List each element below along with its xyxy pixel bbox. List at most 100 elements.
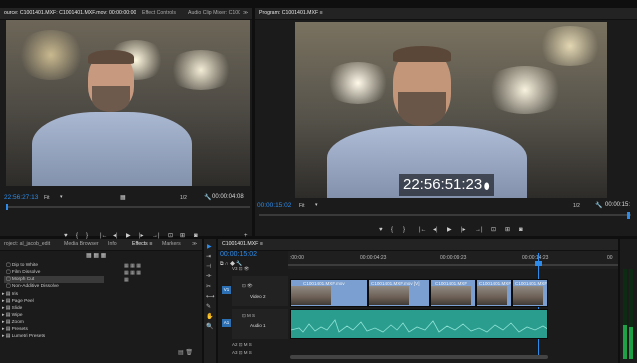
timeline-tabbar: C1001401.MXF ≡ [218,239,618,251]
list-item[interactable]: ▸ ▤ Wipe [2,313,23,318]
tab-media-browser[interactable]: Media Browser [64,239,100,250]
program-playhead[interactable] [627,212,630,219]
mark-in-icon[interactable]: { [391,226,393,234]
chevron-down-icon[interactable]: ▾ [315,202,318,208]
person-shirt [32,112,192,186]
source-fit-dropdown[interactable]: Fit [44,195,50,201]
wrench-icon[interactable]: 🔧 [204,194,211,201]
program-monitor-tabbar: Program: C1001401.MXF ≡ [255,8,637,20]
audio-clip[interactable] [290,309,548,339]
effects-filter-icons[interactable]: ▦ ▦ ▦ [86,252,106,259]
a1-source-patch[interactable]: A1 [222,319,231,327]
track-toggle-icons[interactable]: ⊡ M S [242,313,255,319]
ripple-edit-icon[interactable]: ⊣ [206,263,211,270]
clip-thumbnail [291,286,331,305]
bokeh-light [16,30,86,80]
source-duration: 00:00:04:08 [212,194,244,200]
wrench-icon[interactable]: 🔧 [595,202,602,209]
timecode-overlay-text: 22:56:51:23 [403,176,483,193]
record-dot-icon: ⬮ [483,181,490,191]
list-item-label: Film Dissolve [11,270,41,275]
ruler-label: 00:00:09:23 [440,255,467,261]
video-clip[interactable]: C1001401.MXF.mov [V] [368,279,430,307]
list-item[interactable]: ▢ Non-Additive Dissolve [6,284,59,289]
audio-waveform [291,319,547,333]
list-item-label: Page Peel [11,299,34,304]
video-clip[interactable]: C1001401.MXF.mov [290,279,368,307]
step-back-icon[interactable]: ◂| [433,226,438,234]
step-forward-icon[interactable]: |▸ [461,226,466,234]
list-item[interactable]: ▸ ▤ Slide [2,306,22,311]
list-item[interactable]: ▢ Morph Cut [6,277,34,282]
clip-thumbnail [431,286,471,305]
list-item[interactable]: ▢ Film Dissolve [6,270,40,275]
ruler-label: 00:00:04:23 [360,255,387,261]
tab-markers[interactable]: Markers [162,239,184,250]
tab-effects[interactable]: Effects ≡ [132,239,156,250]
rolling-edit-icon[interactable]: ⟛ [206,273,211,280]
v1-source-patch[interactable]: V1 [222,286,231,294]
video-clip[interactable]: C1001401.MXF [476,279,512,307]
tab-info[interactable]: Info [108,239,122,250]
source-scale-dropdown[interactable]: 1/2 [180,195,187,201]
new-item-icon[interactable]: ▤ 🗑 [178,349,193,356]
tab-overflow[interactable]: ≫ [192,239,200,250]
program-duration: 00:00:15: [605,202,631,208]
source-timeline-ruler[interactable] [6,206,250,208]
list-item[interactable]: ▸ ▤ Iris [2,292,18,297]
list-item-label: Iris [11,292,19,297]
timeline-scrollbar[interactable] [290,355,548,359]
slip-icon[interactable]: ⟷ [206,293,215,300]
zoom-icon[interactable]: 🔍 [206,323,213,330]
pen-icon[interactable]: ✎ [206,303,211,310]
bokeh-light [535,26,605,66]
program-scale-dropdown[interactable]: 1/2 [573,203,580,209]
chevron-down-icon[interactable]: ▾ [60,194,63,200]
program-timeline-ruler[interactable] [259,214,631,216]
list-item[interactable]: ▸ ▤ Lumetri Presets [2,334,45,339]
export-frame-icon[interactable]: ◙ [519,226,523,234]
tab-project[interactable]: roject: al_jacob_edit [4,239,58,250]
tab-effect-controls[interactable]: Effect Controls [142,8,186,19]
program-video: 22:56:51:23 ⬮ [295,22,607,198]
ruler-label: 00 [607,255,613,261]
source-video [6,20,250,186]
mark-out-icon[interactable]: } [403,226,405,234]
tab-timeline[interactable]: C1001401.MXF ≡ [222,239,282,250]
program-timecode[interactable]: 00:00:15:02 [257,202,291,209]
timeline-playhead-head[interactable] [535,261,542,266]
go-to-out-icon[interactable]: →| [475,226,483,234]
track-name-a1: Audio 1 [250,323,266,328]
list-item-label: Wipe [11,313,23,318]
list-item[interactable]: ▸ ▤ Presets [2,327,28,332]
list-item[interactable]: ▸ ▤ Zoom [2,320,24,325]
program-fit-dropdown[interactable]: Fit [299,203,305,209]
track-select-icon[interactable]: ⇥ [206,253,211,260]
effects-panel: roject: al_jacob_edit Media Browser Info… [0,239,202,363]
tab-source[interactable]: ource: C1001401.MXF: C1001401.MXF.mov: 0… [4,8,136,19]
tab-program[interactable]: Program: C1001401.MXF ≡ [259,8,349,19]
go-to-in-icon[interactable]: |← [419,226,427,234]
timeline-panel: C1001401.MXF ≡ 00:00:15:02 ⧉ ∩ ◆ 🔧 :00:0… [218,239,618,363]
timeline-timecode[interactable]: 00:00:15:02 [220,251,257,258]
add-marker-icon[interactable]: ♥ [379,226,383,234]
track-name-v2: Video 2 [250,294,266,299]
source-timecode[interactable]: 22:56:27:13 [4,194,38,201]
track-toggle-icons[interactable]: ⊡ 👁 [242,283,253,289]
source-playhead[interactable] [6,204,8,210]
video-clip[interactable]: C1001401.MXF [430,279,476,307]
play-icon[interactable]: ▶ [447,226,452,234]
video-clip[interactable]: C1001401.MXF [512,279,548,307]
effects-tabbar: roject: al_jacob_edit Media Browser Info… [0,239,202,251]
razor-icon[interactable]: ✂ [206,283,211,290]
hand-icon[interactable]: ✋ [206,313,213,320]
source-settings-icon[interactable]: ▦ [120,194,126,201]
work-area-bar[interactable] [288,264,618,266]
tab-overflow[interactable]: ≫ [243,8,251,19]
lift-icon[interactable]: ⊡ [491,226,496,234]
selection-tool-icon[interactable]: ▶ [207,243,212,250]
list-item[interactable]: ▸ ▤ Page Peel [2,299,34,304]
extract-icon[interactable]: ⊞ [505,226,510,234]
tab-audio-clip-mixer[interactable]: Audio Clip Mixer: C1001 [188,8,240,19]
list-item[interactable]: ▢ Dip to White [6,263,38,268]
